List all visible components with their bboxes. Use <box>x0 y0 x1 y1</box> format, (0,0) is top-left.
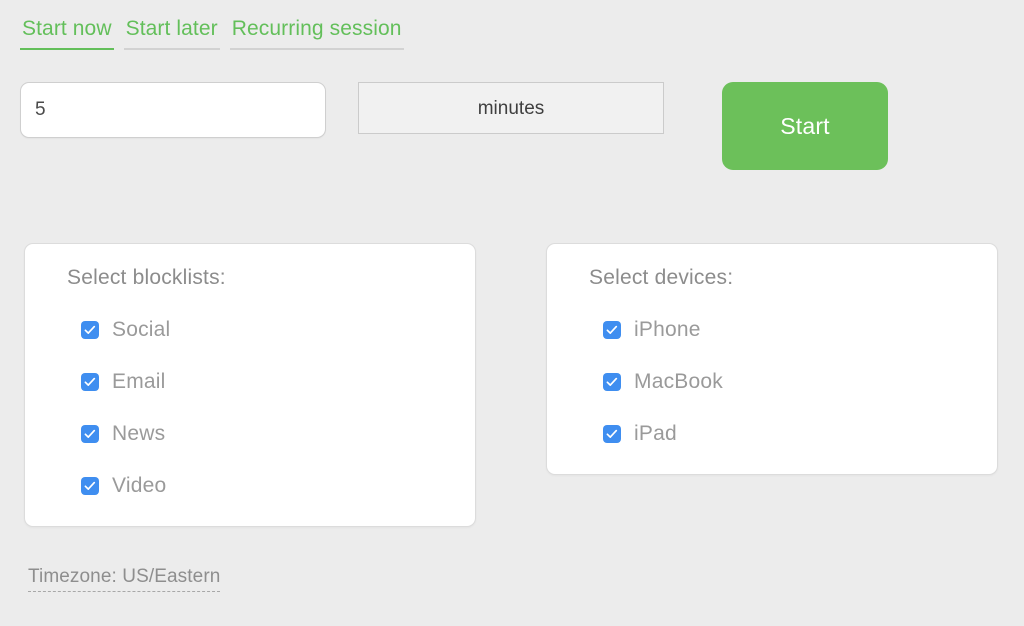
checkbox-checked-icon[interactable] <box>81 425 99 443</box>
blocklist-label-news: News <box>112 422 166 445</box>
devices-panel-title: Select devices: <box>589 266 734 289</box>
timezone-label[interactable]: Timezone: US/Eastern <box>28 566 221 592</box>
list-item[interactable]: MacBook <box>603 356 973 408</box>
blocklist-label-video: Video <box>112 474 167 497</box>
list-item[interactable]: iPad <box>603 408 973 460</box>
devices-panel: Select devices: iPhone MacBook iPad <box>546 243 998 475</box>
list-item[interactable]: iPhone <box>603 304 973 356</box>
checkbox-checked-icon[interactable] <box>81 477 99 495</box>
list-item[interactable]: Video <box>81 460 451 512</box>
start-button[interactable]: Start <box>722 82 888 170</box>
blocklist-label-email: Email <box>112 370 166 393</box>
duration-unit-select[interactable]: minutes hours <box>358 82 664 134</box>
list-item[interactable]: Social <box>81 304 451 356</box>
blocklists-panel: Select blocklists: Social Email News Vid… <box>24 243 476 527</box>
start-button-wrapper: Start <box>722 82 888 170</box>
tab-start-later[interactable]: Start later <box>123 16 220 50</box>
checkbox-checked-icon[interactable] <box>81 321 99 339</box>
checkbox-checked-icon[interactable] <box>603 321 621 339</box>
device-label-ipad: iPad <box>634 422 677 445</box>
checkbox-checked-icon[interactable] <box>603 425 621 443</box>
blocklist-label-social: Social <box>112 318 171 341</box>
device-label-iphone: iPhone <box>634 318 701 341</box>
devices-list: iPhone MacBook iPad <box>569 304 973 460</box>
tab-recurring-session[interactable]: Recurring session <box>229 16 404 50</box>
list-item[interactable]: News <box>81 408 451 460</box>
blocklists-list: Social Email News Video <box>47 304 451 512</box>
unit-select-wrapper: minutes hours <box>358 82 664 134</box>
session-controls-row: minutes hours Start <box>20 82 888 170</box>
blocklists-panel-title: Select blocklists: <box>67 266 226 289</box>
session-mode-tabs: Start now Start later Recurring session <box>20 16 404 50</box>
checkbox-checked-icon[interactable] <box>81 373 99 391</box>
list-item[interactable]: Email <box>81 356 451 408</box>
duration-input[interactable] <box>20 82 326 138</box>
tab-start-now[interactable]: Start now <box>20 16 114 50</box>
device-label-macbook: MacBook <box>634 370 723 393</box>
checkbox-checked-icon[interactable] <box>603 373 621 391</box>
